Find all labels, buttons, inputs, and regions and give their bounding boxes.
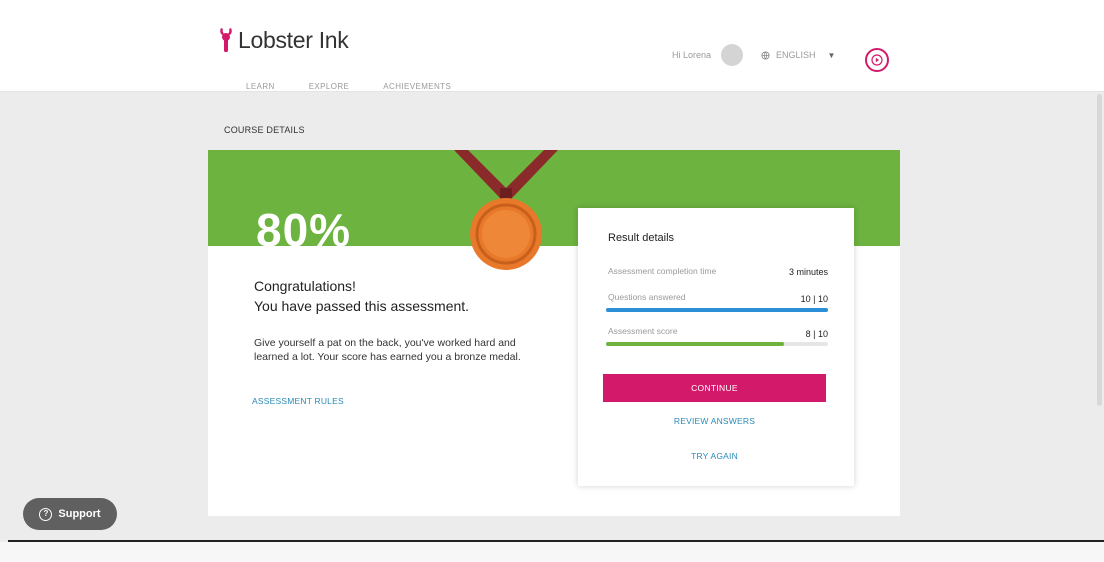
bronze-medal-icon: [454, 150, 558, 270]
congrats-heading: Congratulations!: [254, 278, 356, 294]
review-answers-button[interactable]: REVIEW ANSWERS: [603, 416, 826, 426]
questions-answered-value: 10 | 10: [800, 294, 828, 304]
question-icon: ?: [39, 507, 53, 521]
user-area: Hi Lorena ENGLISH ▼: [672, 44, 835, 66]
result-details-panel: Result details Assessment completion tim…: [578, 208, 854, 486]
avatar[interactable]: [721, 44, 744, 66]
completion-time-value: 3 minutes: [788, 267, 828, 277]
top-header: Lobster Ink LEARN EXPLORE ACHIEVEMENTS H…: [0, 0, 1104, 92]
language-label: ENGLISH: [776, 50, 816, 60]
score-percent: 80%: [256, 204, 352, 256]
score-value: 8 | 10: [805, 329, 828, 339]
questions-progress-fill: [606, 308, 828, 312]
score-progress-fill: [606, 342, 784, 346]
support-label: Support: [58, 508, 101, 520]
nav-explore[interactable]: EXPLORE: [309, 82, 350, 91]
score-label: Assessment score: [608, 326, 678, 336]
bottom-area: [0, 542, 1104, 562]
score-progress-bar: [606, 342, 828, 346]
play-circle-icon: [871, 54, 883, 66]
pass-heading: You have passed this assessment.: [254, 298, 470, 314]
globe-icon: [761, 50, 770, 60]
questions-progress-bar: [606, 308, 828, 312]
play-button[interactable]: [865, 48, 889, 72]
result-message: Give yourself a pat on the back, you've …: [254, 337, 521, 363]
bottom-divider: [8, 540, 1104, 542]
support-button[interactable]: ? Support: [23, 498, 117, 530]
nav-learn[interactable]: LEARN: [246, 82, 275, 91]
language-selector[interactable]: ENGLISH ▼: [761, 50, 835, 60]
continue-button[interactable]: CONTINUE: [603, 374, 826, 402]
section-title: COURSE DETAILS: [224, 125, 305, 135]
logo-text: Lobster Ink: [238, 26, 349, 53]
logo[interactable]: Lobster Ink: [218, 26, 349, 54]
nav-achievements[interactable]: ACHIEVEMENTS: [383, 82, 451, 91]
lobster-icon: [220, 28, 232, 52]
questions-answered-label: Questions answered: [608, 292, 686, 302]
chevron-down-icon: ▼: [827, 50, 836, 60]
assessment-rules-link[interactable]: ASSESSMENT RULES: [252, 396, 344, 406]
main-nav: LEARN EXPLORE ACHIEVEMENTS: [246, 82, 451, 91]
user-greeting: Hi Lorena: [672, 50, 712, 60]
result-details-title: Result details: [608, 232, 675, 244]
try-again-button[interactable]: TRY AGAIN: [603, 451, 826, 461]
page-scrollbar[interactable]: [1097, 94, 1102, 406]
completion-time-label: Assessment completion time: [608, 266, 717, 276]
